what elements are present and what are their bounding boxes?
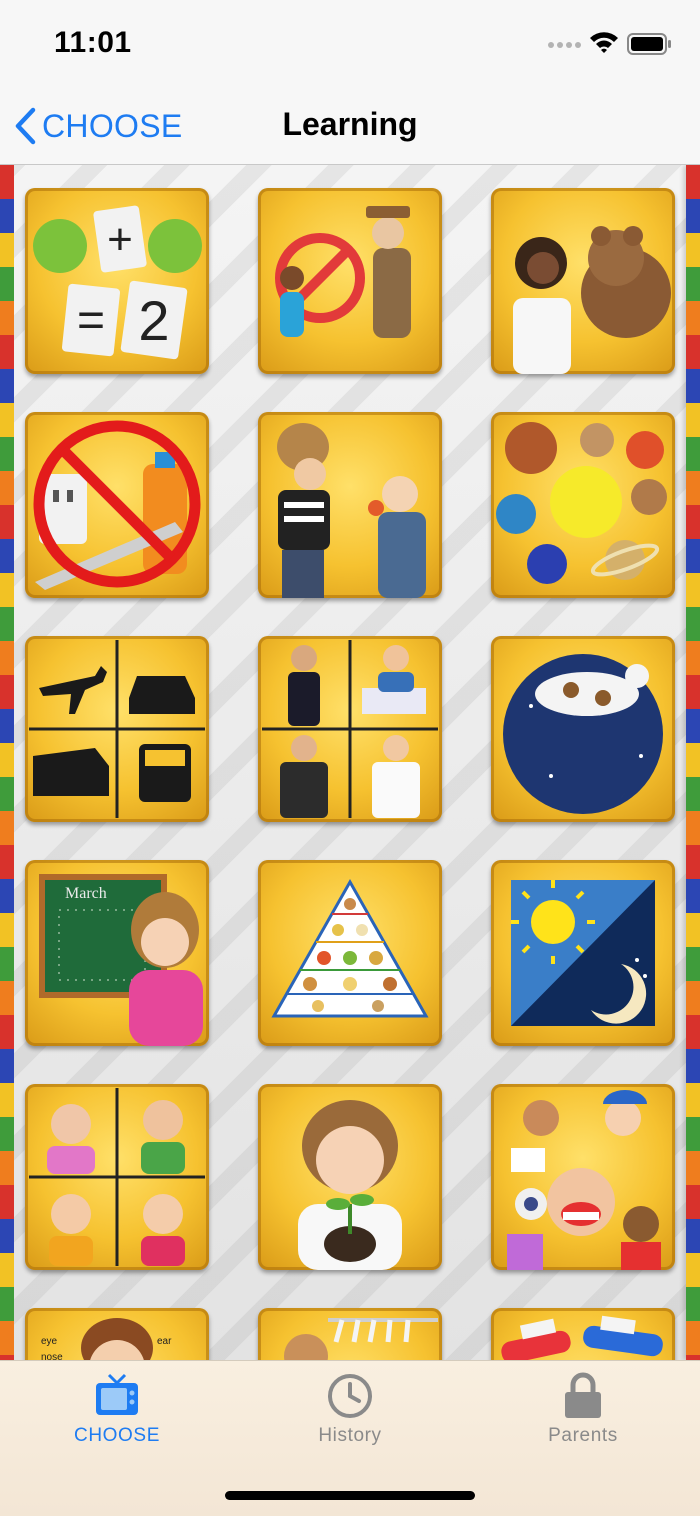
doctor-visit-icon [513,226,671,374]
nursery-rhyme-icon [503,654,663,814]
tab-choose-label: CHOOSE [74,1425,160,1446]
tile-emotions[interactable] [25,1084,209,1270]
sharing-icon [277,423,426,598]
svg-text:eye: eye [41,1336,58,1347]
status-bar: 11:01 [0,0,700,88]
status-time: 11:01 [54,26,132,59]
tile-sharing[interactable] [258,412,442,598]
community-helpers-icon [262,640,438,818]
svg-text:ear: ear [157,1336,172,1347]
tile-nursery-rhyme[interactable] [491,636,675,822]
home-indicator [225,1491,475,1500]
math-addition-icon: + = 2 [33,205,202,360]
transportation-icon [29,640,205,818]
tab-history[interactable]: History [233,1371,467,1461]
tile-household-safety[interactable] [25,412,209,598]
decorative-stripe-left [0,165,14,1360]
tile-solar-system[interactable] [491,412,675,598]
clock-icon [328,1374,372,1418]
svg-text:nose: nose [41,1352,63,1360]
navigation-bar: CHOOSE Learning [0,88,700,165]
body-parts-icon: eye ear nose [41,1318,172,1360]
day-and-night-icon [511,880,655,1026]
tile-doctor[interactable] [491,188,675,374]
category-grid[interactable]: + = 2 March eye ear nose [0,165,700,1360]
tile-math[interactable]: + = 2 [25,188,209,374]
tile-five-senses[interactable] [491,1084,675,1270]
emotions-icon [29,1088,205,1266]
tile-food-pyramid[interactable] [258,860,442,1046]
tab-history-label: History [318,1425,382,1446]
food-pyramid-icon [271,878,429,1018]
lock-icon [565,1372,601,1418]
page-title: Learning [282,106,418,142]
wifi-icon [590,32,618,53]
tile-community-helpers[interactable] [258,636,442,822]
tv-icon [96,1373,138,1415]
stranger-danger-icon [275,206,411,338]
tile-brushing-teeth[interactable] [491,1308,675,1360]
tile-calendar[interactable]: March [25,860,209,1046]
calendar-icon: March [39,874,203,1046]
tile-body-parts[interactable]: eye ear nose [25,1308,209,1360]
decorative-stripe-right [686,165,700,1360]
cellular-signal-icon [548,42,581,48]
tile-day-night[interactable] [491,860,675,1046]
tile-transportation[interactable] [25,636,209,822]
battery-icon [627,33,671,55]
tab-choose[interactable]: CHOOSE [0,1371,234,1461]
five-senses-icon [507,1090,661,1270]
svg-text:2: 2 [138,289,169,352]
svg-text:+: + [107,215,133,264]
svg-text:March: March [65,885,107,902]
tile-growing-plants[interactable] [258,1084,442,1270]
tile-strangers[interactable] [258,188,442,374]
household-dangers-icon [33,420,201,590]
brushing-teeth-icon [501,1315,663,1360]
solar-system-icon [496,422,667,584]
tab-parents[interactable]: Parents [466,1371,700,1461]
svg-text:=: = [77,294,105,347]
tab-parents-label: Parents [548,1425,618,1446]
tile-getting-dressed[interactable] [258,1308,442,1360]
growing-plants-icon [298,1100,402,1270]
getting-dressed-icon [284,1318,438,1360]
